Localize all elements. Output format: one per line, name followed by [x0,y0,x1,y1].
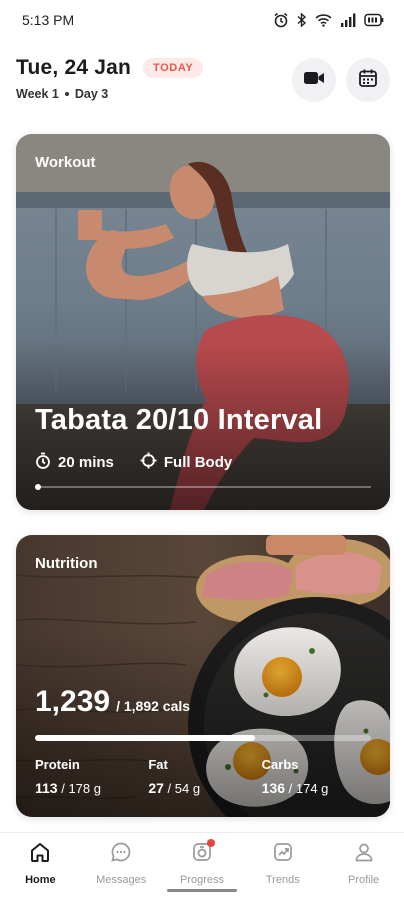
calendar-icon [358,68,378,93]
home-icon [29,841,51,868]
macro-fat: Fat 27 / 54 g [148,757,261,796]
calories-progress-bar [35,735,371,741]
wifi-icon [315,13,332,27]
notification-dot [206,839,215,847]
status-time: 5:13 PM [22,12,75,28]
macro-name: Fat [148,757,168,772]
video-camera-icon [303,70,325,91]
separator-dot [64,92,69,96]
macro-value: 113 / 178 g [35,780,148,796]
macro-total: / 178 g [61,781,101,796]
battery-icon [364,13,384,27]
today-badge: TODAY [143,58,204,78]
nav-label: Profile [347,874,380,886]
calories-value: 1,239 [35,685,111,718]
date-header: Tue, 24 Jan TODAY Week 1 Day 3 [16,56,390,102]
macro-value: 27 / 54 g [148,780,261,796]
home-indicator [167,889,237,892]
workout-card[interactable]: Workout Tabata 20/10 Interval 20 mins Fu… [16,134,390,510]
macros-row: Protein 113 / 178 g Fat 27 / 54 g Carbs … [35,757,375,796]
nutrition-card[interactable]: Nutrition 1,239 / 1,892 cals Protein 113… [16,535,390,817]
nav-label: Trends [265,874,300,886]
profile-icon [353,841,375,868]
focus-text: Full Body [163,454,233,471]
bluetooth-icon [297,12,307,28]
nav-label: Messages [96,874,147,886]
trends-icon [272,841,294,868]
workout-focus: Full Body [140,452,232,473]
nav-messages[interactable]: Messages [81,833,162,900]
day-label: Day 3 [74,87,109,101]
nav-profile[interactable]: Profile [323,833,404,900]
nav-label: Progress [179,874,224,886]
calories-total: / 1,892 cals [116,698,191,714]
macro-name: Carbs [261,757,299,772]
nav-trends[interactable]: Trends [242,833,323,900]
macro-total: / 54 g [167,781,201,796]
date-title: Tue, 24 Jan [16,56,132,79]
workout-meta: 20 mins Full Body [35,452,232,473]
workout-duration: 20 mins [35,452,114,473]
macro-protein: Protein 113 / 178 g [35,757,148,796]
macro-carbs: Carbs 136 / 174 g [262,757,375,796]
macro-value: 136 / 174 g [262,780,375,796]
nutrition-section-label: Nutrition [35,555,98,572]
carousel-track [35,486,371,488]
signal-icon [340,13,356,27]
macro-amount: 136 [261,780,286,796]
status-icons [273,12,384,28]
calendar-button[interactable] [346,58,390,102]
chat-icon [110,841,132,868]
workout-section-label: Workout [35,154,96,171]
calories-summary: 1,239 / 1,892 cals [35,685,190,719]
workout-title: Tabata 20/10 Interval [35,404,323,436]
stopwatch-icon [35,452,51,473]
macro-total: / 174 g [288,781,329,796]
video-button[interactable] [292,58,336,102]
week-label: Week 1 [16,87,59,101]
target-icon [140,452,157,473]
alarm-icon [273,12,289,28]
nav-label: Home [25,874,56,886]
status-bar: 5:13 PM [0,0,404,40]
duration-text: 20 mins [58,454,114,471]
nav-home[interactable]: Home [0,833,81,900]
macro-name: Protein [35,757,80,772]
macro-amount: 113 [35,780,58,796]
macro-amount: 27 [148,780,164,796]
carousel-dot-active[interactable] [35,484,41,490]
calories-progress-fill [35,735,256,741]
